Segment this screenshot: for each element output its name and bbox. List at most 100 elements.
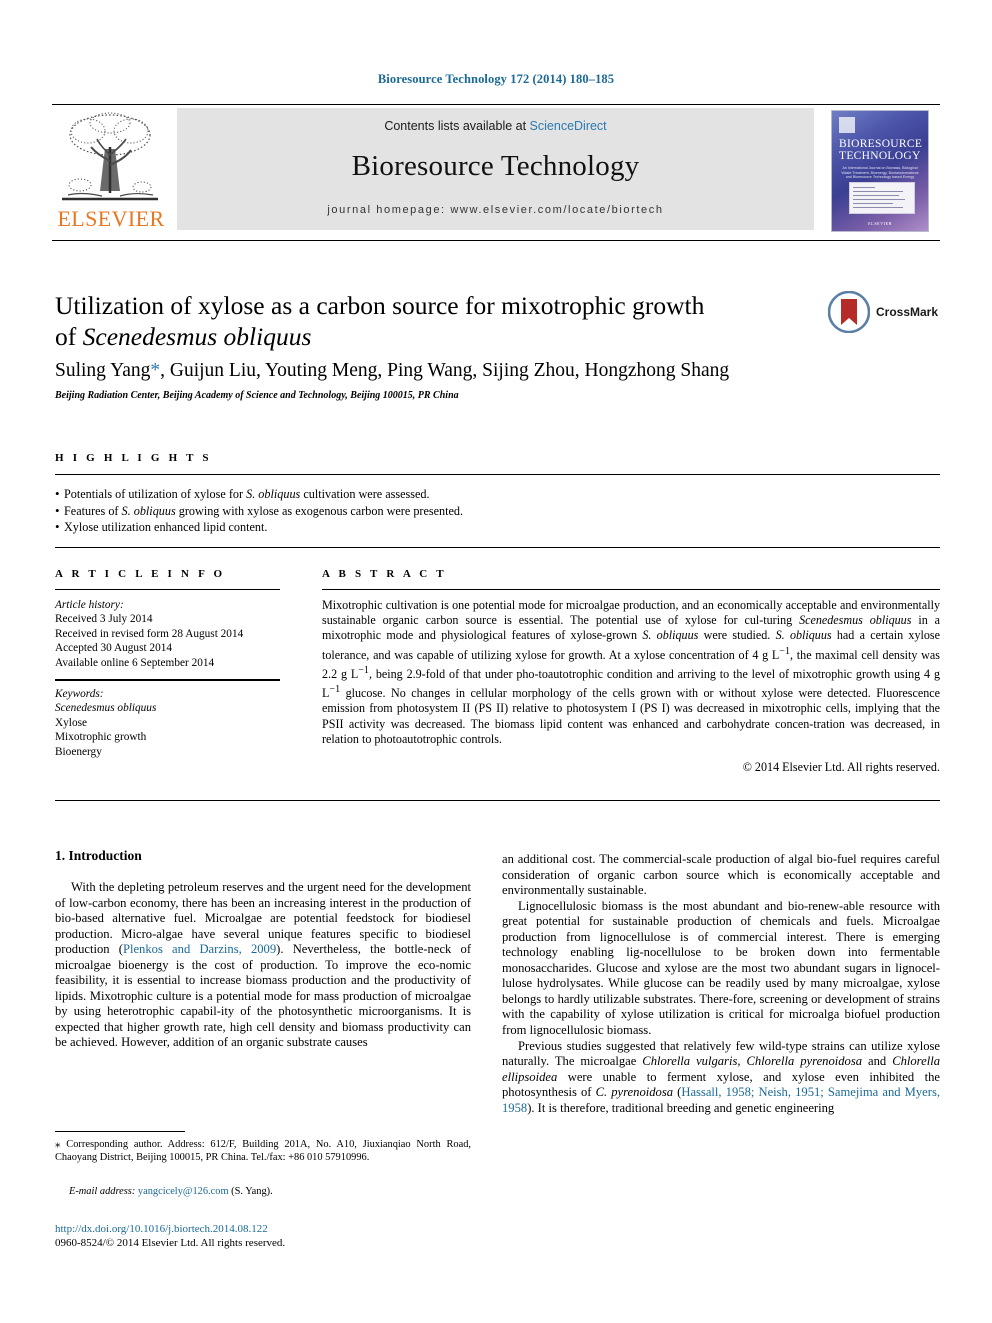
highlight-post: cultivation were assessed. (300, 487, 430, 501)
title-line2-prefix: of (55, 322, 83, 351)
journal-cover-thumbnail[interactable]: BIORESOURCE TECHNOLOGY An International … (820, 107, 940, 234)
highlights-bottom-rule (55, 547, 940, 548)
abstract-text: Mixotrophic cultivation is one potential… (322, 598, 940, 747)
crossmark-badge[interactable]: CrossMark (828, 291, 940, 335)
cover-artwork: BIORESOURCE TECHNOLOGY An International … (832, 111, 928, 231)
elsevier-tree-icon (62, 112, 158, 201)
highlight-pre: Potentials of utilization of xylose for (64, 487, 247, 501)
highlights-list: • Potentials of utilization of xylose for… (55, 486, 655, 536)
abstract-part: glucose. No changes in cellular morpholo… (322, 686, 940, 746)
doi-link[interactable]: http://dx.doi.org/10.1016/j.biortech.201… (55, 1222, 475, 1236)
highlight-pre: Features of (64, 503, 122, 518)
highlights-rule (55, 474, 940, 475)
journal-homepage[interactable]: journal homepage: www.elsevier.com/locat… (177, 204, 814, 216)
paragraph: Previous studies suggested that relative… (502, 1039, 940, 1117)
section-heading-introduction: 1. Introduction (55, 848, 142, 863)
abstract-species: S. obliquus (775, 628, 832, 643)
cover-table-graphic (849, 182, 915, 214)
body-column-left: With the depleting petroleum reserves an… (55, 880, 471, 1051)
keywords-rule (55, 679, 280, 681)
running-head: Bioresource Technology 172 (2014) 180–18… (377, 72, 615, 86)
doi-block: http://dx.doi.org/10.1016/j.biortech.201… (55, 1222, 475, 1250)
abstract-copyright: © 2014 Elsevier Ltd. All rights reserved… (742, 760, 940, 774)
paragraph: With the depleting petroleum reserves an… (55, 880, 471, 1051)
email-label: E-mail address: (69, 1186, 136, 1197)
cover-subtitle: An International Journal on Biomass, Bio… (841, 166, 919, 180)
email-suffix: (S. Yang). (228, 1186, 273, 1197)
crossmark-icon (828, 291, 870, 333)
paragraph-part: an additional cost. The commercial-scale… (502, 852, 940, 898)
abstract-species: S. obliquus (642, 628, 699, 643)
paragraph: Lignocellulosic biomass is the most abun… (502, 899, 940, 1039)
contents-prefix: Contents lists available at (384, 119, 530, 133)
body-divider-rule (55, 800, 940, 801)
abstract-superscript: −1 (358, 664, 369, 676)
history-item: Available online 6 September 2014 (55, 656, 215, 669)
citation-link[interactable]: Plenkos and Darzins, 2009 (123, 942, 276, 956)
journal-title-block: Contents lists available at ScienceDirec… (177, 108, 814, 230)
abstract-part: were studied. (698, 628, 776, 643)
footnote-rule (55, 1131, 185, 1132)
sciencedirect-link[interactable]: ScienceDirect (530, 119, 607, 133)
article-history: Article history: Received 3 July 2014 Re… (55, 598, 290, 670)
affiliation: Beijing Radiation Center, Beijing Academ… (55, 390, 459, 401)
elsevier-wordmark: ELSEVIER (57, 206, 165, 231)
footnote-text: Corresponding author. Address: 612/F, Bu… (55, 1139, 471, 1163)
corresponding-author-marker: * (150, 360, 161, 381)
keyword-item: Bioenergy (55, 745, 102, 758)
author-list: Suling Yang*, Guijun Liu, Youting Meng, … (55, 360, 915, 382)
article-info-rule (55, 589, 280, 590)
highlight-species: S. obliquus (121, 503, 176, 518)
highlight-species: S. obliquus (246, 487, 301, 501)
author-first: Suling Yang (55, 360, 151, 381)
email-link[interactable]: yangcicely@126.com (138, 1186, 229, 1197)
history-item: Received 3 July 2014 (55, 613, 153, 626)
article-info-heading: A R T I C L E I N F O (55, 568, 226, 580)
issn-copyright: 0960-8524/© 2014 Elsevier Ltd. All right… (55, 1237, 286, 1249)
title-species: Scenedesmus obliquus (82, 322, 312, 351)
cover-title-line2: TECHNOLOGY (839, 150, 921, 162)
species-name: C. pyrenoidosa (595, 1085, 674, 1100)
highlight-post: growing with xylose as exogenous carbon … (175, 503, 464, 518)
keyword-item: Xylose (55, 716, 88, 729)
crossmark-label: CrossMark (876, 305, 939, 319)
paragraph-part: and (862, 1054, 893, 1069)
banner-bottom-rule (52, 240, 940, 241)
cover-title-line1: BIORESOURCE (839, 138, 923, 150)
keyword-item: Mixotrophic growth (55, 731, 147, 744)
authors-remaining: , Guijun Liu, Youting Meng, Ping Wang, S… (160, 360, 730, 381)
highlight-pre: Xylose utilization enhanced lipid conten… (64, 520, 268, 534)
bullet-icon: • (55, 502, 60, 518)
abstract-heading: A B S T R A C T (322, 568, 447, 580)
cover-publisher: ELSEVIER (868, 221, 892, 226)
abstract-superscript: −1 (329, 684, 341, 696)
journal-banner: ELSEVIER Contents lists available at Sci… (52, 107, 940, 234)
page-title: Utilization of xylose as a carbon source… (55, 290, 755, 352)
highlights-heading: H I G H L I G H T S (55, 452, 212, 464)
cover-elsevier-icon (839, 117, 855, 133)
email-note: E-mail address: yangcicely@126.com (S. Y… (55, 1186, 471, 1197)
title-line1: Utilization of xylose as a carbon source… (55, 291, 705, 320)
abstract-superscript: −1 (779, 645, 791, 657)
paragraph-part: ). Nevertheless, the bottle-neck of micr… (55, 942, 472, 1050)
species-name: Chlorella vulgaris, Chlorella pyrenoidos… (642, 1054, 863, 1069)
keywords-label: Keywords: (55, 688, 104, 700)
list-item: • Features of S. obliquus growing with xy… (55, 503, 655, 520)
paragraph-part: Lignocellulosic biomass is the most abun… (502, 898, 940, 1038)
paper-page: Bioresource Technology 172 (2014) 180–18… (0, 0, 992, 1323)
cover-title: BIORESOURCE TECHNOLOGY (839, 138, 923, 162)
history-item: Accepted 30 August 2014 (55, 642, 173, 655)
journal-name: Bioresource Technology (351, 150, 640, 182)
keywords-block: Keywords: Scenedesmus obliquus Xylose Mi… (55, 687, 290, 759)
contents-line: Contents lists available at ScienceDirec… (177, 119, 814, 133)
body-column-right: an additional cost. The commercial-scale… (502, 852, 940, 1116)
paragraph-part: ). It is therefore, traditional breeding… (527, 1100, 835, 1115)
bullet-icon: • (55, 519, 60, 534)
keyword-item: Scenedesmus obliquus (55, 702, 157, 715)
list-item: • Potentials of utilization of xylose for… (55, 486, 655, 503)
banner-top-rule (52, 104, 940, 105)
abstract-species: Scenedesmus obliquus (799, 613, 912, 628)
history-item: Received in revised form 28 August 2014 (55, 627, 244, 640)
corresponding-author-note: ⁎ Corresponding author. Address: 612/F, … (55, 1138, 471, 1164)
paragraph: an additional cost. The commercial-scale… (502, 852, 940, 899)
